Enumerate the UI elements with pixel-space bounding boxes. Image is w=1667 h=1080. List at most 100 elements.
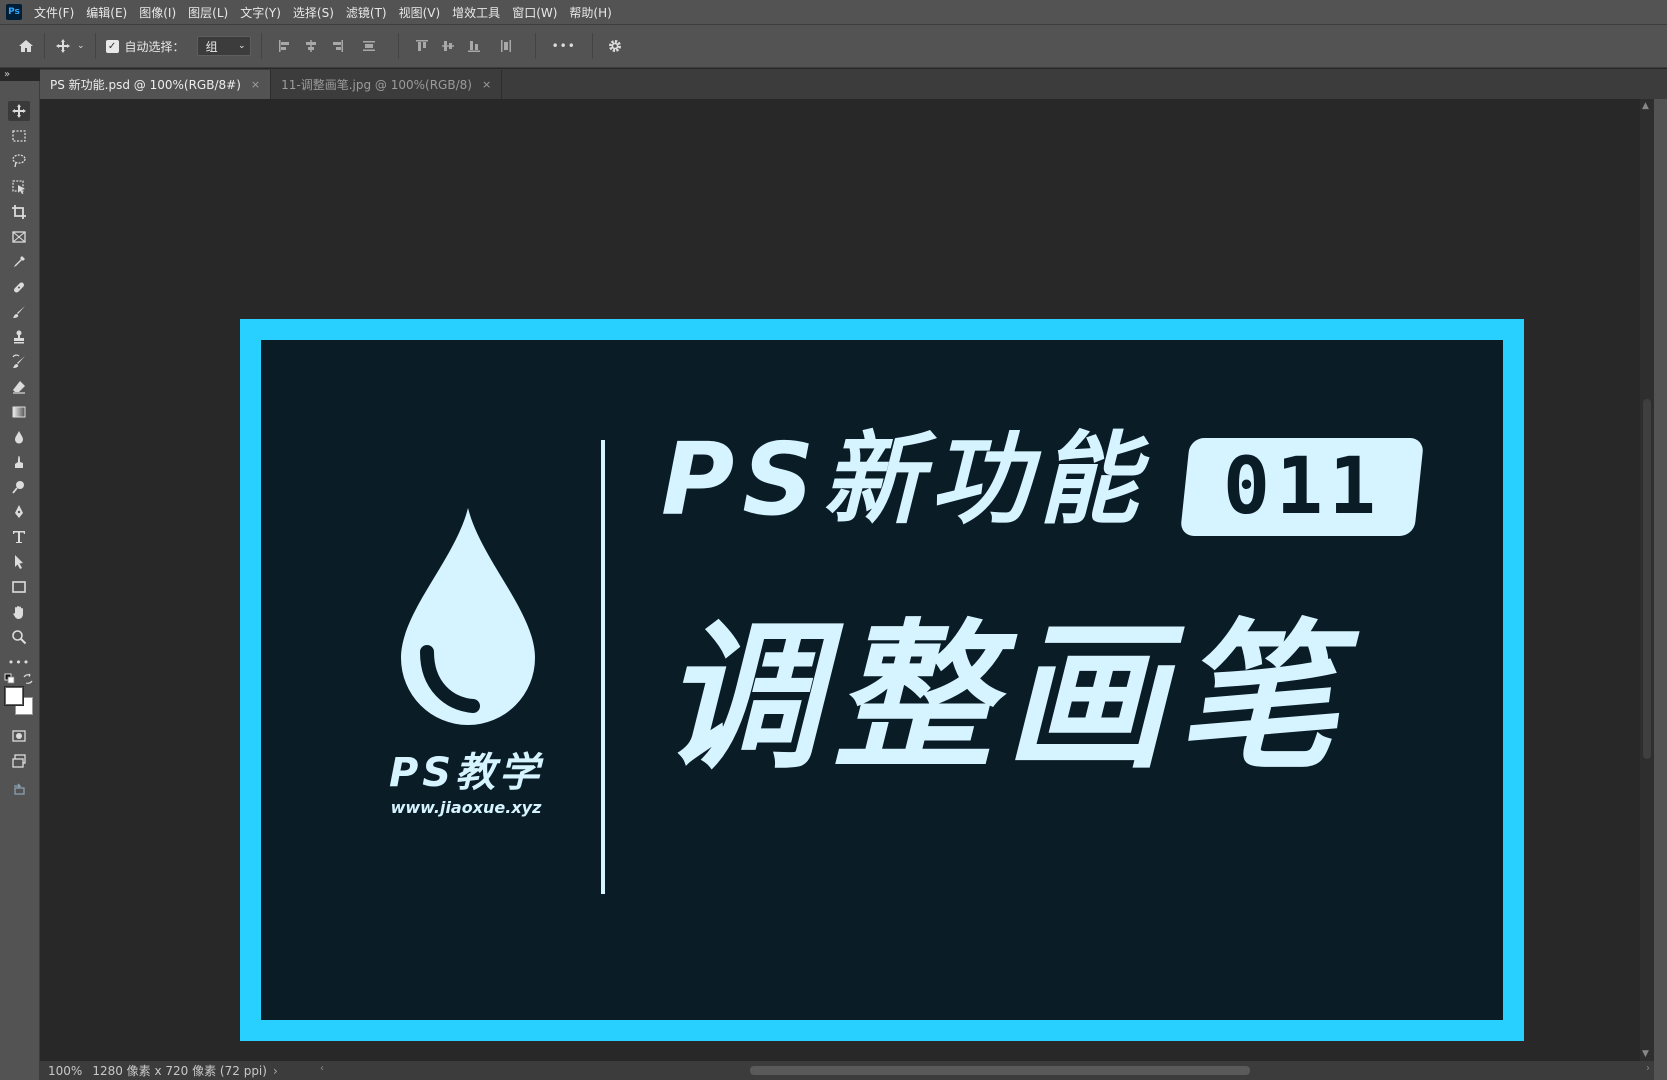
distribute-vertically-icon[interactable] (362, 32, 376, 60)
align-left-edges-icon[interactable] (278, 32, 292, 60)
menu-file[interactable]: 文件(F) (34, 4, 74, 21)
status-menu-arrow-icon[interactable]: › (273, 1064, 278, 1078)
document-canvas[interactable]: PS教学 www.jiaoxue.xyz PS新功能 011 调整画笔 (240, 319, 1524, 1041)
pen-tool-icon[interactable] (8, 502, 30, 522)
menu-help[interactable]: 帮助(H) (569, 4, 611, 21)
swap-colors-icon[interactable] (22, 673, 34, 685)
close-icon[interactable]: × (251, 78, 260, 91)
path-selection-tool-icon[interactable] (8, 552, 30, 572)
object-selection-tool-icon[interactable] (8, 177, 30, 197)
dropdown-value: 组 (205, 39, 218, 54)
chevron-down-icon[interactable]: ⌄ (77, 32, 85, 60)
blur-tool-icon[interactable] (8, 427, 30, 447)
close-icon[interactable]: × (482, 78, 491, 91)
options-bar: ⌄ ✓ 自动选择： 组 ⌄ ••• (0, 24, 1667, 68)
quick-mask-icon[interactable] (8, 726, 30, 746)
toolbar-collapse-toggle[interactable]: » (0, 69, 40, 81)
document-tab-adjust-brush[interactable]: 11-调整画笔.jpg @ 100%(RGB/8) × (271, 70, 503, 99)
vertical-scroll-thumb[interactable] (1643, 399, 1651, 759)
scroll-right-icon[interactable]: › (1646, 1063, 1650, 1074)
options-separator (44, 33, 45, 59)
spot-healing-brush-tool-icon[interactable] (8, 277, 30, 297)
photoshop-logo-icon[interactable]: Ps (6, 4, 22, 20)
share-icon[interactable] (8, 778, 30, 798)
scroll-left-icon[interactable]: ‹ (320, 1063, 324, 1074)
options-separator (94, 33, 96, 59)
home-icon[interactable] (18, 32, 34, 60)
align-horizontal-centers-icon[interactable] (304, 32, 318, 60)
frame-tool-icon[interactable] (8, 227, 30, 247)
right-panel-edge (1654, 99, 1667, 1080)
tools-panel: ••• (0, 81, 40, 1080)
align-bottom-edges-icon[interactable] (467, 32, 481, 60)
episode-badge: 011 (1179, 438, 1425, 536)
headline-text: PS新功能 (661, 421, 1147, 538)
move-tool-icon[interactable] (8, 101, 30, 121)
brush-tool-icon[interactable] (8, 302, 30, 322)
vertical-scrollbar[interactable]: ▲ ▼ (1640, 99, 1654, 1061)
menu-window[interactable]: 窗口(W) (512, 4, 557, 21)
vertical-divider (601, 440, 605, 894)
menu-view[interactable]: 视图(V) (399, 4, 441, 21)
history-brush-tool-icon[interactable] (8, 352, 30, 372)
eraser-tool-icon[interactable] (8, 377, 30, 397)
menu-image[interactable]: 图像(I) (139, 4, 176, 21)
edit-toolbar-icon[interactable]: ••• (8, 652, 30, 672)
menu-type[interactable]: 文字(Y) (240, 4, 281, 21)
align-top-edges-icon[interactable] (415, 32, 429, 60)
document-tab-ps-new-features[interactable]: PS 新功能.psd @ 100%(RGB/8#) × (40, 70, 272, 99)
more-options-icon[interactable]: ••• (552, 32, 576, 60)
rectangular-marquee-tool-icon[interactable] (8, 126, 30, 146)
chevron-down-icon: ⌄ (238, 41, 246, 51)
options-separator (260, 33, 262, 59)
gear-icon[interactable] (607, 32, 623, 60)
auto-select-target-dropdown[interactable]: 组 ⌄ (196, 36, 251, 56)
foreground-color-swatch[interactable] (5, 687, 23, 705)
status-bar: 100% 1280 像素 x 720 像素 (72 ppi) › ‹ › (40, 1061, 1654, 1080)
crop-tool-icon[interactable] (8, 202, 30, 222)
document-tab-bar: PS 新功能.psd @ 100%(RGB/8#) × 11-调整画笔.jpg … (40, 69, 1667, 99)
menu-edit[interactable]: 编辑(E) (86, 4, 127, 21)
zoom-tool-icon[interactable] (8, 627, 30, 647)
tab-label: 11-调整画笔.jpg @ 100%(RGB/8) (281, 78, 472, 92)
scroll-down-icon[interactable]: ▼ (1642, 1049, 1649, 1059)
scroll-up-icon[interactable]: ▲ (1642, 101, 1649, 111)
tab-label: PS 新功能.psd @ 100%(RGB/8#) (50, 78, 241, 92)
episode-number: 011 (1222, 442, 1382, 532)
hand-tool-icon[interactable] (8, 602, 30, 622)
default-colors-icon[interactable] (4, 673, 16, 685)
clone-stamp-tool-icon[interactable] (8, 327, 30, 347)
main-title-text: 调整画笔 (661, 604, 1350, 791)
lasso-tool-icon[interactable] (8, 151, 30, 171)
options-separator (591, 33, 593, 59)
auto-select-checkbox[interactable]: ✓ (105, 39, 119, 53)
distribute-horizontally-icon[interactable] (499, 32, 513, 60)
smudge-tool-icon[interactable] (8, 452, 30, 472)
dodge-tool-icon[interactable] (8, 477, 30, 497)
align-right-edges-icon[interactable] (330, 32, 344, 60)
water-drop-logo-icon (401, 508, 535, 725)
menu-bar: Ps 文件(F) 编辑(E) 图像(I) 图层(L) 文字(Y) 选择(S) 滤… (0, 0, 1667, 24)
eyedropper-tool-icon[interactable] (8, 252, 30, 272)
horizontal-scroll-thumb[interactable] (750, 1066, 1250, 1075)
options-separator (397, 33, 399, 59)
gradient-tool-icon[interactable] (8, 402, 30, 422)
type-tool-icon[interactable] (8, 527, 30, 547)
horizontal-scrollbar[interactable]: ‹ › (320, 1063, 1650, 1077)
document-info[interactable]: 1280 像素 x 720 像素 (72 ppi) (92, 1062, 267, 1079)
options-separator (534, 33, 536, 59)
menu-layer[interactable]: 图层(L) (188, 4, 228, 21)
brand-url: www.jiaoxue.xyz (390, 798, 542, 817)
menu-plugins[interactable]: 增效工具 (452, 4, 500, 21)
canvas-workspace[interactable]: PS教学 www.jiaoxue.xyz PS新功能 011 调整画笔 (40, 99, 1640, 1061)
rectangle-tool-icon[interactable] (8, 577, 30, 597)
brand-title: PS教学 (388, 750, 544, 796)
zoom-level[interactable]: 100% (48, 1064, 82, 1078)
move-tool-preset-icon[interactable] (55, 32, 71, 60)
color-swatches (5, 687, 35, 717)
align-vertical-centers-icon[interactable] (441, 32, 455, 60)
menu-select[interactable]: 选择(S) (293, 4, 334, 21)
screen-mode-icon[interactable] (8, 751, 30, 771)
auto-select-label: 自动选择： (124, 39, 185, 54)
menu-filter[interactable]: 滤镜(T) (346, 4, 387, 21)
